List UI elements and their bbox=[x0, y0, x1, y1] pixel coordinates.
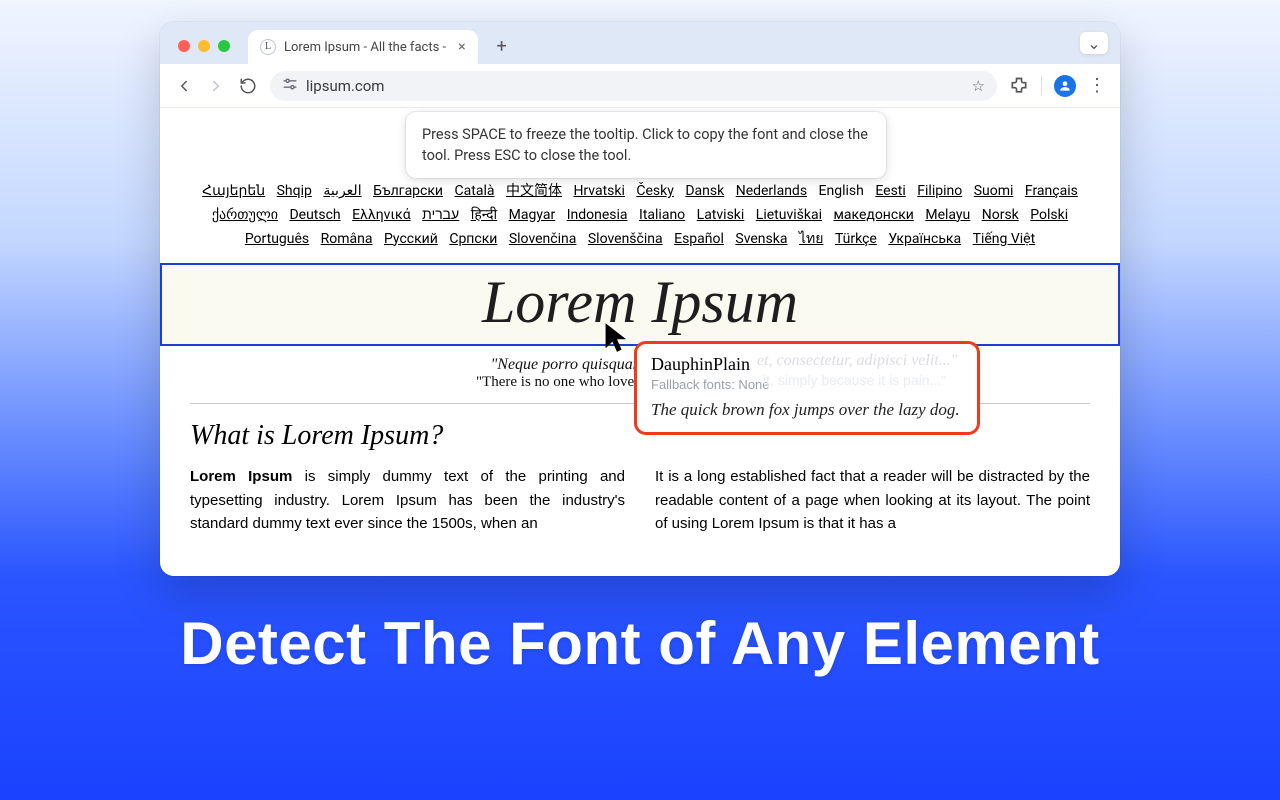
extensions-button[interactable] bbox=[1009, 76, 1029, 96]
tab-close-button[interactable]: × bbox=[458, 39, 465, 55]
language-link[interactable]: Indonesia bbox=[567, 207, 628, 223]
language-link[interactable]: Polski bbox=[1030, 207, 1068, 223]
language-link[interactable]: Suomi bbox=[974, 183, 1014, 199]
address-bar[interactable]: lipsum.com ☆ bbox=[270, 71, 997, 101]
tab-strip: L Lorem Ipsum - All the facts - × + ⌄ bbox=[160, 22, 1120, 64]
language-link[interactable]: Tiếng Việt bbox=[973, 231, 1036, 247]
language-link[interactable]: العربية bbox=[323, 183, 361, 199]
language-link[interactable]: 中文简体 bbox=[506, 183, 562, 199]
language-link[interactable]: Slovenčina bbox=[509, 231, 577, 247]
language-link[interactable]: Norsk bbox=[982, 207, 1019, 223]
language-link: English bbox=[819, 183, 864, 199]
language-link[interactable]: Magyar bbox=[509, 207, 556, 223]
tool-instruction-tooltip: Press SPACE to freeze the tooltip. Click… bbox=[406, 112, 886, 178]
new-tab-button[interactable]: + bbox=[488, 32, 516, 60]
language-link[interactable]: Српски bbox=[449, 231, 497, 247]
language-link[interactable]: Hrvatski bbox=[573, 183, 624, 199]
browser-tab[interactable]: L Lorem Ipsum - All the facts - × bbox=[248, 30, 478, 64]
window-controls bbox=[178, 40, 230, 52]
tab-title: Lorem Ipsum - All the facts - bbox=[284, 40, 446, 55]
site-settings-icon[interactable] bbox=[282, 77, 298, 95]
language-link[interactable]: हिन्दी bbox=[471, 207, 497, 223]
cursor-icon bbox=[603, 321, 631, 353]
tool-instruction-text: Press SPACE to freeze the tooltip. Click… bbox=[422, 126, 868, 164]
language-link[interactable]: Türkçe bbox=[835, 231, 877, 247]
language-link[interactable]: Русский bbox=[384, 231, 438, 247]
page-viewport: Press SPACE to freeze the tooltip. Click… bbox=[160, 108, 1120, 576]
language-link[interactable]: Deutsch bbox=[289, 207, 340, 223]
language-link[interactable]: Italiano bbox=[639, 207, 685, 223]
marketing-headline: Detect The Font of Any Element bbox=[0, 610, 1280, 677]
language-link[interactable]: Español bbox=[674, 231, 724, 247]
language-link[interactable]: Latviski bbox=[697, 207, 745, 223]
language-link[interactable]: Português bbox=[245, 231, 309, 247]
toolbar: lipsum.com ☆ ⋮ bbox=[160, 64, 1120, 108]
language-link[interactable]: Shqip bbox=[277, 183, 312, 199]
column-right-body: It is a long established fact that a rea… bbox=[655, 465, 1090, 535]
font-detect-tooltip[interactable]: et, consectetur, adipisci velit..." it, … bbox=[634, 341, 980, 435]
language-link[interactable]: Français bbox=[1025, 183, 1078, 199]
tab-favicon: L bbox=[260, 39, 276, 55]
hero-title[interactable]: Lorem Ipsum bbox=[162, 271, 1118, 334]
bookmark-star-icon[interactable]: ☆ bbox=[972, 77, 985, 95]
url-text: lipsum.com bbox=[306, 77, 384, 95]
language-link[interactable]: Lietuviškai bbox=[756, 207, 822, 223]
reload-button[interactable] bbox=[238, 77, 258, 95]
ghost-text-1: et, consectetur, adipisci velit..." bbox=[757, 352, 957, 370]
column-left-body: Lorem Ipsum is simply dummy text of the … bbox=[190, 465, 625, 535]
language-link[interactable]: македонски bbox=[833, 207, 913, 223]
window-close-button[interactable] bbox=[178, 40, 190, 52]
language-link[interactable]: Svenska bbox=[735, 231, 787, 247]
language-link[interactable]: Filipino bbox=[917, 183, 962, 199]
profile-avatar-button[interactable] bbox=[1054, 75, 1076, 97]
toolbar-separator bbox=[1041, 76, 1042, 96]
language-link[interactable]: Slovenščina bbox=[588, 231, 663, 247]
language-link[interactable]: Dansk bbox=[685, 183, 724, 199]
language-link[interactable]: Eesti bbox=[875, 183, 905, 199]
ghost-text-2: it, simply because it is pain..." bbox=[763, 372, 946, 388]
back-button[interactable] bbox=[174, 77, 194, 95]
language-link[interactable]: Româna bbox=[321, 231, 373, 247]
window-zoom-button[interactable] bbox=[218, 40, 230, 52]
column-left-heading: What is Lorem Ipsum? bbox=[190, 422, 625, 450]
browser-window: L Lorem Ipsum - All the facts - × + ⌄ li… bbox=[160, 22, 1120, 576]
language-link[interactable]: Català bbox=[455, 183, 495, 199]
language-link[interactable]: Български bbox=[373, 183, 443, 199]
content-columns: What is Lorem Ipsum? Lorem Ipsum is simp… bbox=[160, 416, 1120, 550]
window-minimize-button[interactable] bbox=[198, 40, 210, 52]
language-link[interactable]: Česky bbox=[636, 183, 673, 199]
forward-button[interactable] bbox=[206, 77, 226, 95]
language-link[interactable]: עברית bbox=[422, 207, 459, 223]
detected-font-preview: The quick brown fox jumps over the lazy … bbox=[651, 400, 963, 420]
column-left: What is Lorem Ipsum? Lorem Ipsum is simp… bbox=[190, 416, 625, 550]
language-link[interactable]: Українська bbox=[888, 231, 961, 247]
language-link[interactable]: Nederlands bbox=[736, 183, 807, 199]
language-link[interactable]: Melayu bbox=[925, 207, 970, 223]
language-link[interactable]: Ελληνικά bbox=[352, 207, 411, 223]
column-right: Why do we use it? It is a long establish… bbox=[655, 416, 1090, 550]
language-link[interactable]: Հայերեն bbox=[202, 183, 265, 199]
language-link[interactable]: ქართული bbox=[212, 207, 278, 223]
hero-selection-box: Lorem Ipsum bbox=[160, 263, 1120, 346]
language-link[interactable]: ไทย bbox=[799, 231, 823, 247]
browser-menu-button[interactable]: ⋮ bbox=[1088, 75, 1106, 96]
tabs-dropdown-button[interactable]: ⌄ bbox=[1080, 32, 1108, 54]
